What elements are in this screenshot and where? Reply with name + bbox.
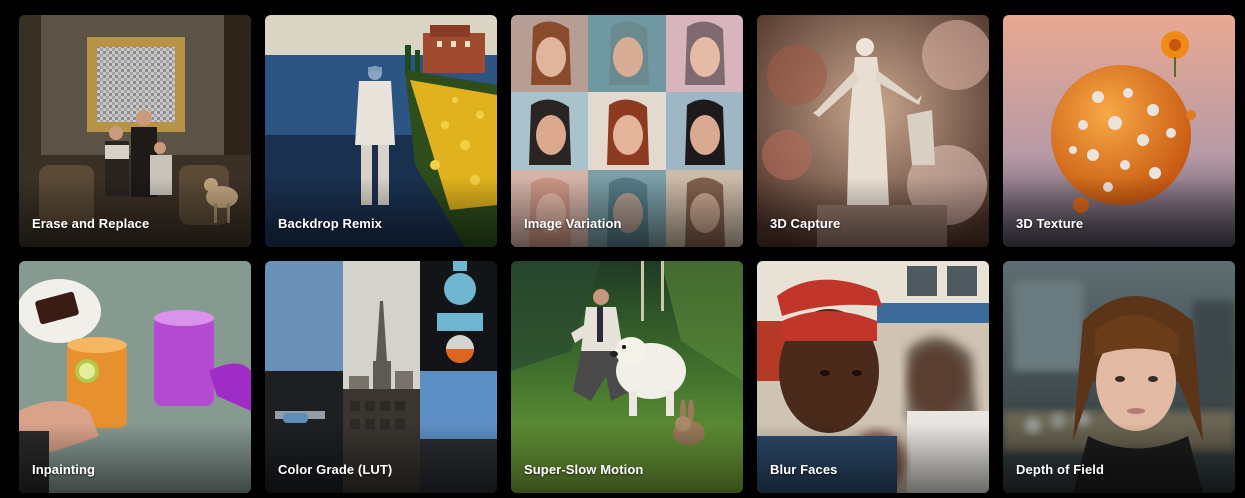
tool-label: Image Variation bbox=[524, 216, 622, 231]
tool-label: Erase and Replace bbox=[32, 216, 150, 231]
tool-label: Inpainting bbox=[32, 462, 96, 477]
tool-grid: Erase and Replace Backdrop Remix Image V… bbox=[19, 15, 1235, 493]
tool-label: 3D Capture bbox=[770, 216, 841, 231]
tool-card-3d-texture[interactable]: 3D Texture bbox=[1003, 15, 1235, 247]
tool-label: Color Grade (LUT) bbox=[278, 462, 393, 477]
tool-card-blur-faces[interactable]: Blur Faces bbox=[757, 261, 989, 493]
tool-card-super-slow-motion[interactable]: Super-Slow Motion bbox=[511, 261, 743, 493]
tool-label: 3D Texture bbox=[1016, 216, 1084, 231]
tool-label: Super-Slow Motion bbox=[524, 462, 644, 477]
tool-label: Depth of Field bbox=[1016, 462, 1105, 477]
tool-label: Backdrop Remix bbox=[278, 216, 382, 231]
tool-card-3d-capture[interactable]: 3D Capture bbox=[757, 15, 989, 247]
tool-card-backdrop-remix[interactable]: Backdrop Remix bbox=[265, 15, 497, 247]
tool-card-depth-of-field[interactable]: Depth of Field bbox=[1003, 261, 1235, 493]
tool-card-inpainting[interactable]: Inpainting bbox=[19, 261, 251, 493]
tool-card-color-grade-lut[interactable]: Color Grade (LUT) bbox=[265, 261, 497, 493]
tool-card-erase-and-replace[interactable]: Erase and Replace bbox=[19, 15, 251, 247]
tool-card-image-variation[interactable]: Image Variation bbox=[511, 15, 743, 247]
tool-label: Blur Faces bbox=[770, 462, 838, 477]
